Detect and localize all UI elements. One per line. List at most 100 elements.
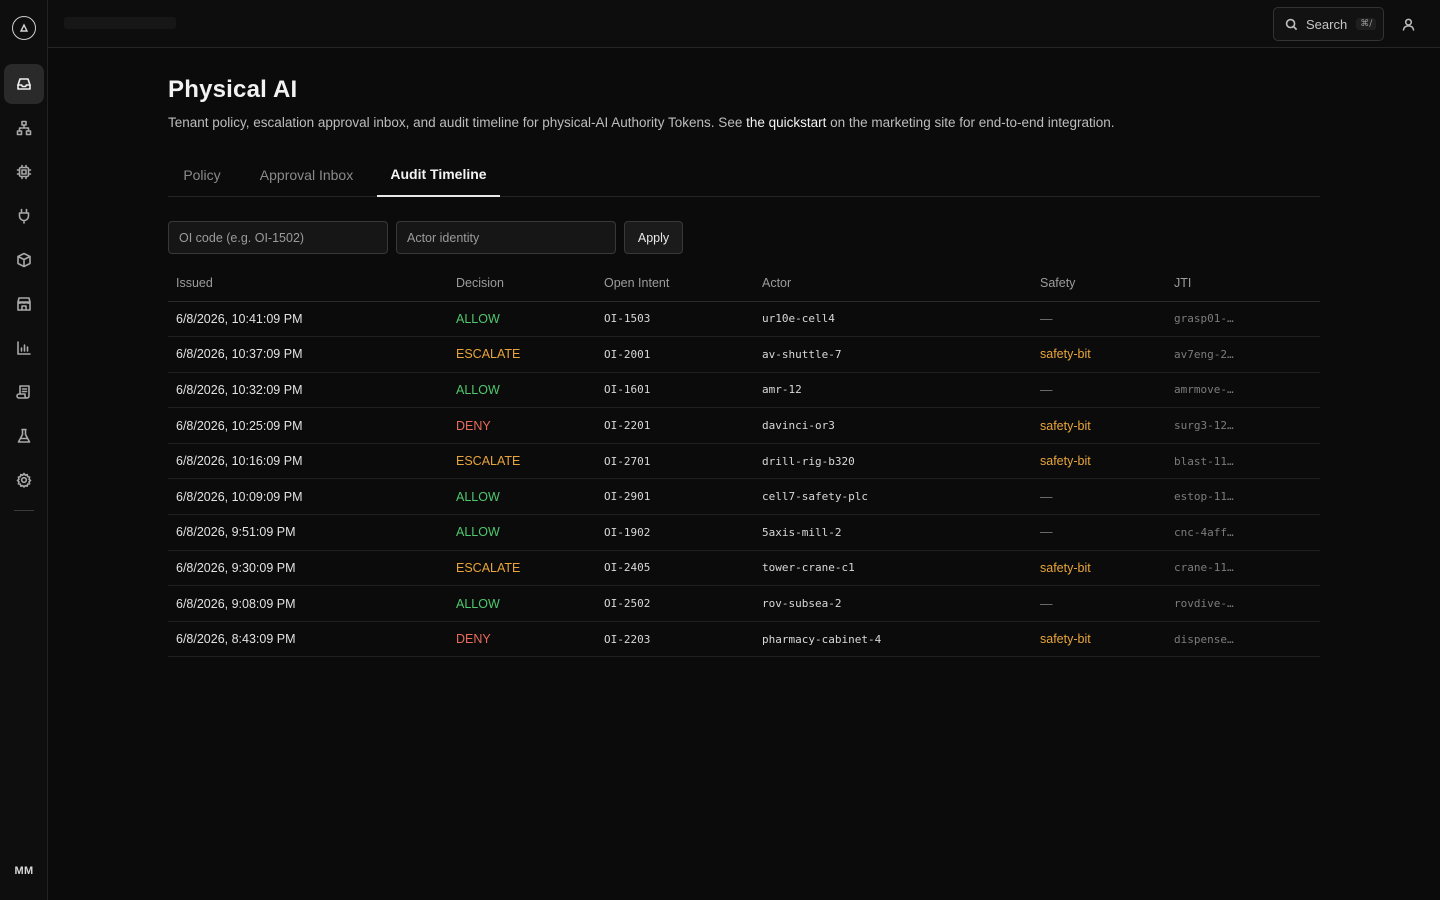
cell-decision: ALLOW [448, 301, 596, 338]
cell-jti: av7eng-2… [1166, 336, 1320, 373]
bar-chart-icon [17, 341, 31, 355]
user-avatar[interactable]: MM [8, 856, 40, 886]
cell-open-intent: OI-1902 [596, 514, 754, 551]
cell-open-intent: OI-2405 [596, 550, 754, 587]
cell-actor: cell7-safety-plc [754, 478, 1032, 516]
page-title: Physical AI [168, 76, 298, 103]
cell-safety: safety-bit [1032, 336, 1166, 373]
table-row[interactable]: 6/8/2026, 10:32:09 PM ALLOW OI-1601 amr-12—… [168, 372, 1320, 409]
cell-issued: 6/8/2026, 10:16:09 PM [168, 443, 448, 480]
table-row[interactable]: 6/8/2026, 10:37:09 PM ESCALATE OI-2001 av-s… [168, 336, 1320, 373]
table-row[interactable]: 6/8/2026, 10:25:09 PM DENY OI-2201 davinci-… [168, 407, 1320, 444]
search-shortcut: ⌘/ [1356, 18, 1377, 30]
rail-item-plug[interactable] [4, 196, 44, 236]
col-jti[interactable]: JTI [1166, 265, 1320, 302]
search-icon [1285, 18, 1298, 30]
rail-item-settings[interactable] [4, 460, 44, 500]
cell-issued: 6/8/2026, 10:37:09 PM [168, 336, 448, 373]
cell-jti: estop-11… [1166, 478, 1320, 516]
cell-open-intent: OI-2203 [596, 621, 754, 658]
quickstart-link[interactable]: the quickstart [746, 115, 826, 130]
cell-actor: amr-12 [754, 372, 1032, 409]
table-row[interactable]: 6/8/2026, 10:09:09 PM ALLOW OI-2901 cell7-s… [168, 478, 1320, 516]
cell-safety: — [1032, 301, 1166, 338]
cell-open-intent: OI-2001 [596, 336, 754, 373]
rail-item-analytics[interactable] [4, 328, 44, 368]
table-row[interactable]: 6/8/2026, 10:16:09 PM ESCALATE OI-2701 dril… [168, 443, 1320, 480]
cell-open-intent: OI-2701 [596, 443, 754, 480]
tab-policy[interactable]: Policy [168, 152, 236, 197]
oi-code-input[interactable] [168, 221, 388, 254]
cell-decision: ESCALATE [448, 336, 596, 373]
apply-button[interactable]: Apply [624, 221, 683, 254]
cell-jti: crane-11… [1166, 550, 1320, 587]
rail-item-hierarchy[interactable] [4, 108, 44, 148]
cell-issued: 6/8/2026, 9:08:09 PM [168, 585, 448, 622]
search-button[interactable]: Search ⌘/ [1273, 7, 1384, 41]
store-icon [17, 297, 31, 311]
cube-icon [17, 252, 31, 268]
rail-item-chip[interactable] [4, 152, 44, 192]
col-decision[interactable]: Decision [448, 265, 596, 302]
table-row[interactable]: 6/8/2026, 10:41:09 PM ALLOW OI-1503 ur10e-c… [168, 301, 1320, 338]
desc-before: Tenant policy, escalation approval inbox… [168, 115, 747, 130]
cell-actor: rov-subsea-2 [754, 585, 1032, 622]
cell-open-intent: OI-1601 [596, 372, 754, 409]
rail-item-logs[interactable] [4, 372, 44, 412]
table-row[interactable]: 6/8/2026, 9:30:09 PM ESCALATE OI-2405 tower… [168, 550, 1320, 587]
cell-actor: av-shuttle-7 [754, 336, 1032, 373]
rail-item-cube[interactable] [4, 240, 44, 280]
table-row[interactable]: 6/8/2026, 9:51:09 PM ALLOW OI-1902 5axis-mi… [168, 514, 1320, 551]
cell-open-intent: OI-1503 [596, 301, 754, 338]
cell-actor: drill-rig-b320 [754, 443, 1032, 480]
cell-jti: rovdive-… [1166, 585, 1320, 622]
rail-item-store[interactable] [4, 284, 44, 324]
cell-actor: 5axis-mill-2 [754, 514, 1032, 551]
tab-approval-inbox[interactable]: Approval Inbox [246, 152, 367, 197]
user-menu-button[interactable] [1398, 14, 1418, 34]
col-open-intent[interactable]: Open Intent [596, 265, 754, 302]
cell-safety: safety-bit [1032, 443, 1166, 480]
cell-issued: 6/8/2026, 10:09:09 PM [168, 478, 448, 516]
cell-decision: ALLOW [448, 514, 596, 551]
breadcrumb-placeholder [64, 17, 176, 29]
col-safety[interactable]: Safety [1032, 265, 1166, 302]
cell-jti: cnc-4aff… [1166, 514, 1320, 551]
cell-decision: ESCALATE [448, 550, 596, 587]
rail-divider [14, 510, 34, 511]
hierarchy-icon [16, 120, 32, 136]
app-logo-icon[interactable] [12, 16, 36, 40]
scroll-icon [16, 385, 30, 399]
cell-jti: amrmove-… [1166, 372, 1320, 409]
cell-issued: 6/8/2026, 9:51:09 PM [168, 514, 448, 551]
table-row[interactable]: 6/8/2026, 8:43:09 PM DENY OI-2203 pharmacy-… [168, 621, 1320, 658]
rail-item-inbox[interactable] [4, 64, 44, 104]
left-rail: MM [0, 0, 48, 900]
plug-icon [18, 208, 30, 224]
cell-decision: DENY [448, 621, 596, 658]
search-label: Search [1306, 16, 1348, 32]
cell-safety: — [1032, 585, 1166, 622]
col-actor[interactable]: Actor [754, 265, 1032, 302]
cell-issued: 6/8/2026, 10:41:09 PM [168, 301, 448, 338]
cell-issued: 6/8/2026, 9:30:09 PM [168, 550, 448, 587]
col-issued[interactable]: Issued [168, 265, 448, 302]
table-header-row: Issued Decision Open Intent Actor Safety… [168, 265, 1320, 302]
cell-open-intent: OI-2201 [596, 407, 754, 444]
inbox-icon [17, 78, 31, 90]
cell-open-intent: OI-2901 [596, 478, 754, 516]
desc-after: on the marketing site for end-to-end int… [826, 115, 1115, 130]
cell-decision: ESCALATE [448, 443, 596, 480]
gear-icon [16, 472, 32, 488]
table-row[interactable]: 6/8/2026, 9:08:09 PM ALLOW OI-2502 rov-subs… [168, 585, 1320, 622]
rail-item-experiments[interactable] [4, 416, 44, 456]
chip-icon [16, 164, 32, 180]
cell-decision: ALLOW [448, 372, 596, 409]
cell-issued: 6/8/2026, 10:32:09 PM [168, 372, 448, 409]
table-body: 6/8/2026, 10:41:09 PM ALLOW OI-1503 ur10e-c… [168, 301, 1320, 658]
tab-audit-timeline[interactable]: Audit Timeline [377, 152, 500, 197]
cell-decision: DENY [448, 407, 596, 444]
actor-identity-input[interactable] [396, 221, 616, 254]
cell-decision: ALLOW [448, 478, 596, 516]
user-icon [1402, 18, 1414, 31]
